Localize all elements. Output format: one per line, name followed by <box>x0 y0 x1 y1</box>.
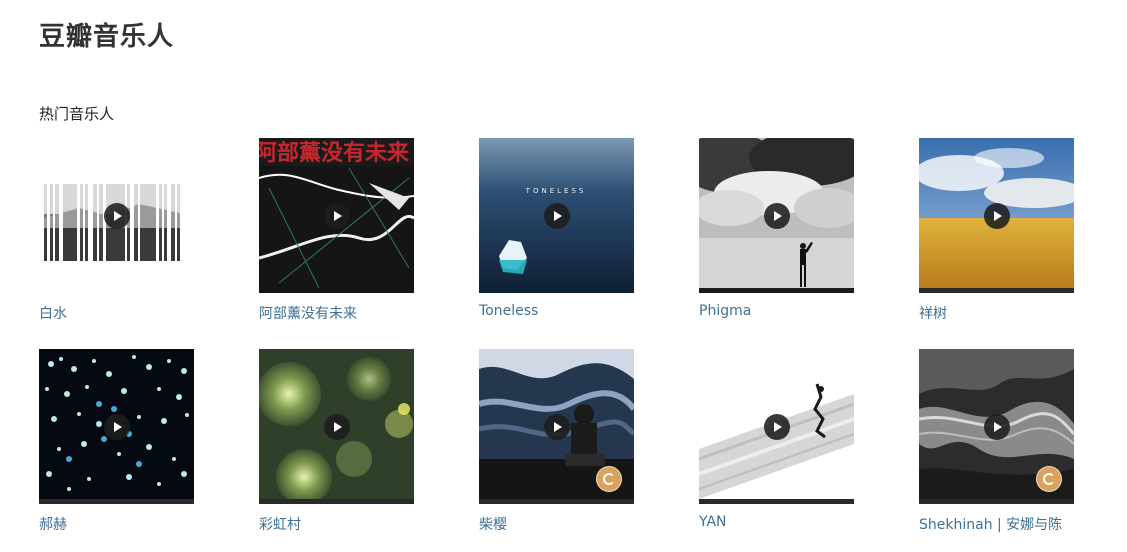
cover-image[interactable] <box>39 138 194 293</box>
musician-name[interactable]: 彩虹村 <box>259 514 414 534</box>
musician-name[interactable]: 阿部薰没有未来 <box>259 303 414 323</box>
musician-badge-icon <box>596 466 622 492</box>
play-icon[interactable] <box>543 202 570 229</box>
musician-card[interactable]: Shekhinah | 安娜与陈 <box>919 349 1074 539</box>
page-title: 豆瓣音乐人 <box>39 22 175 52</box>
musician-badge-icon <box>1036 466 1062 492</box>
musician-card[interactable]: YAN <box>699 349 854 539</box>
play-icon[interactable] <box>983 202 1010 229</box>
musician-name[interactable]: 郝赫 <box>39 514 194 534</box>
play-icon[interactable] <box>763 202 790 229</box>
play-icon[interactable] <box>983 413 1010 440</box>
musician-card[interactable]: 祥树 <box>919 138 1074 328</box>
musician-name[interactable]: 柴樱 <box>479 514 634 534</box>
musician-name[interactable]: Phigma <box>699 303 854 319</box>
musician-grid: 白水 阿部薰没有未来 阿部薰没有未来 TONELESS Toneless Phi… <box>39 138 1074 539</box>
play-icon[interactable] <box>323 413 350 440</box>
cover-image[interactable] <box>39 349 194 504</box>
musician-name[interactable]: Shekhinah | 安娜与陈 <box>919 514 1074 534</box>
musician-card[interactable]: 彩虹村 <box>259 349 414 539</box>
musician-card[interactable]: Phigma <box>699 138 854 328</box>
cover-image[interactable]: 阿部薰没有未来 <box>259 138 414 293</box>
musician-name[interactable]: YAN <box>699 514 854 530</box>
musician-card[interactable]: 阿部薰没有未来 阿部薰没有未来 <box>259 138 414 328</box>
musician-card[interactable]: 柴樱 <box>479 349 634 539</box>
cover-image[interactable] <box>479 349 634 504</box>
cover-text: TONELESS <box>525 187 587 195</box>
musician-card[interactable]: 白水 <box>39 138 194 328</box>
cover-image[interactable] <box>919 349 1074 504</box>
musician-card[interactable]: 郝赫 <box>39 349 194 539</box>
cover-image[interactable] <box>919 138 1074 293</box>
musician-card[interactable]: TONELESS Toneless <box>479 138 634 328</box>
play-icon[interactable] <box>103 202 130 229</box>
play-icon[interactable] <box>323 202 350 229</box>
section-title-hot-musicians: 热门音乐人 <box>39 105 115 123</box>
cover-image[interactable] <box>699 349 854 504</box>
musician-name[interactable]: Toneless <box>479 303 634 319</box>
play-icon[interactable] <box>543 413 570 440</box>
page: 豆瓣音乐人 热门音乐人 白水 阿部薰没有未来 阿部薰没有未来 TONELESS … <box>0 0 1127 552</box>
cover-text: 阿部薰没有未来 <box>259 140 410 166</box>
play-icon[interactable] <box>103 413 130 440</box>
cover-image[interactable] <box>699 138 854 293</box>
play-icon[interactable] <box>763 413 790 440</box>
musician-name[interactable]: 祥树 <box>919 303 1074 323</box>
musician-name[interactable]: 白水 <box>39 303 194 323</box>
cover-image[interactable]: TONELESS <box>479 138 634 293</box>
cover-image[interactable] <box>259 349 414 504</box>
